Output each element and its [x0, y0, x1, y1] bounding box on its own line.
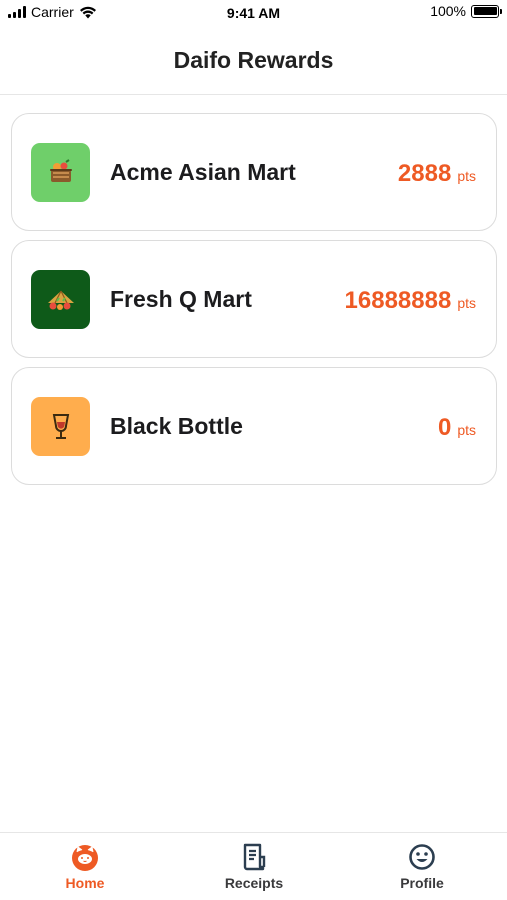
receipt-icon	[243, 843, 266, 871]
tab-bar: Home Receipts Profile	[0, 832, 507, 900]
smiley-icon	[409, 844, 435, 870]
cat-face-icon	[72, 845, 98, 871]
store-points: 2888 pts	[398, 114, 476, 230]
store-points: 16888888 pts	[345, 241, 476, 357]
battery-percent: 100%	[430, 3, 466, 19]
points-unit: pts	[457, 295, 476, 311]
tab-receipts[interactable]: Receipts	[199, 843, 309, 891]
tab-label: Profile	[400, 875, 444, 891]
store-name: Acme Asian Mart	[110, 158, 296, 185]
status-bar: Carrier 9:41 AM 100%	[0, 0, 507, 26]
store-points: 0 pts	[438, 368, 476, 484]
points-value: 2888	[397, 160, 452, 187]
store-card-black-bottle[interactable]: Black Bottle 0 pts	[11, 367, 497, 485]
nav-header: Daifo Rewards	[0, 26, 507, 95]
battery-icon	[471, 4, 502, 18]
store-name: Black Bottle	[110, 412, 243, 439]
tab-profile[interactable]: Profile	[367, 843, 477, 891]
produce-icon	[31, 270, 90, 329]
points-value: 0	[437, 414, 452, 441]
tab-label: Receipts	[224, 875, 284, 891]
store-card-acme-asian-mart[interactable]: Acme Asian Mart 2888 pts	[11, 113, 497, 231]
tab-home[interactable]: Home	[30, 843, 140, 891]
store-list: Acme Asian Mart 2888 pts Fresh Q Mart 16…	[11, 113, 497, 494]
page-title: Daifo Rewards	[173, 46, 334, 73]
store-card-fresh-q-mart[interactable]: Fresh Q Mart 16888888 pts	[11, 240, 497, 358]
tab-label: Home	[65, 875, 105, 891]
points-unit: pts	[457, 422, 476, 438]
points-unit: pts	[457, 168, 476, 184]
points-value: 16888888	[344, 287, 452, 314]
wine-glass-icon	[31, 397, 90, 456]
store-name: Fresh Q Mart	[110, 285, 252, 312]
status-right: 100%	[430, 3, 502, 19]
grocery-basket-icon	[31, 143, 90, 202]
